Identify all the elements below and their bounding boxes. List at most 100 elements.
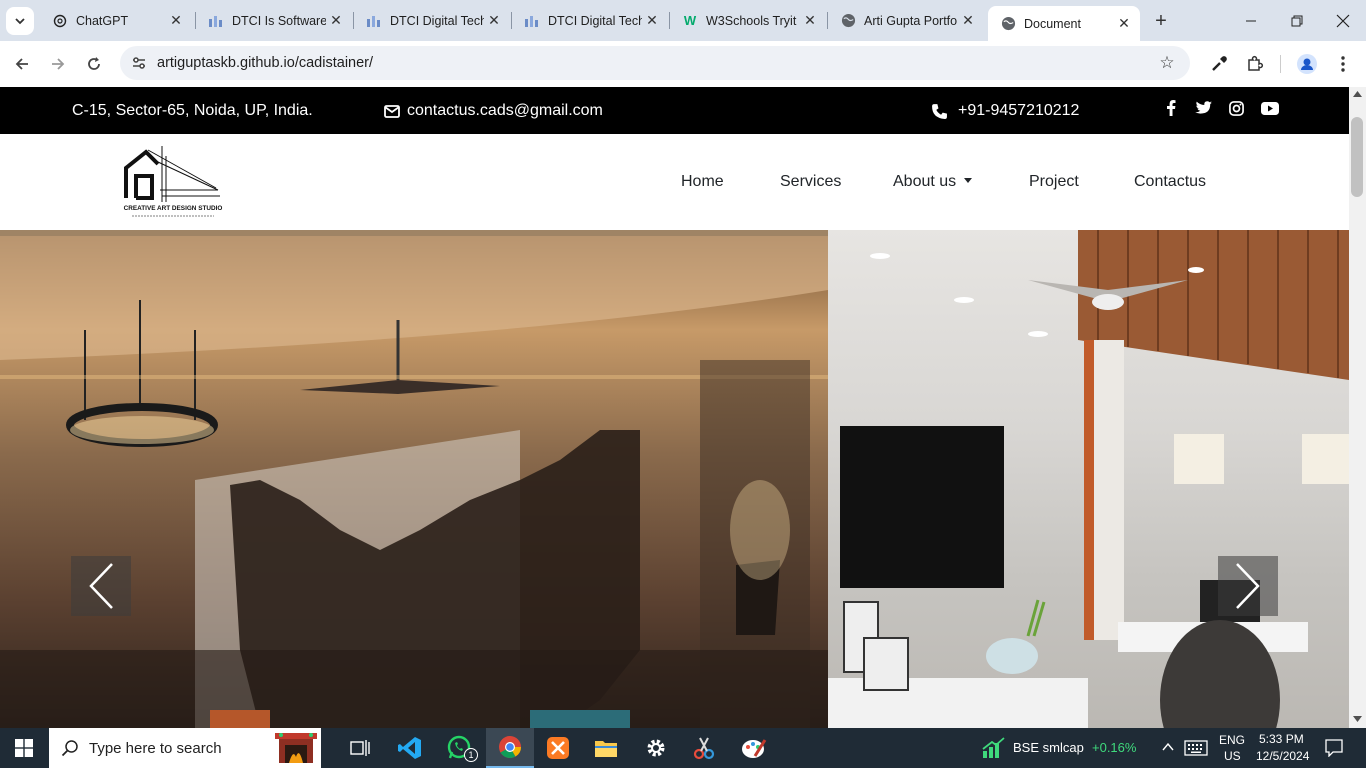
reload-button[interactable] [79, 49, 109, 79]
clock-time[interactable]: 5:33 PM [1259, 732, 1304, 746]
close-window-button[interactable] [1320, 0, 1366, 41]
language-indicator[interactable]: ENG [1219, 733, 1245, 747]
xampp-icon [547, 737, 569, 759]
facebook-icon[interactable] [1160, 97, 1182, 119]
more-vert-icon [1341, 56, 1345, 72]
restore-button[interactable] [1274, 0, 1320, 41]
nav-home[interactable]: Home [681, 173, 724, 191]
tab-dtci-digital-1[interactable]: DTCI Digital Tech ✕ [354, 6, 510, 35]
taskbar-xampp[interactable] [534, 728, 582, 768]
taskbar-settings[interactable] [632, 728, 680, 768]
nav-about-us[interactable]: About us [893, 173, 973, 191]
scroll-thumb[interactable] [1351, 117, 1363, 197]
new-tab-button[interactable]: + [1148, 8, 1174, 34]
tab-title: Document [1024, 16, 1081, 31]
search-placeholder: Type here to search [89, 739, 222, 757]
gear-icon [647, 739, 665, 757]
notification-badge: 1 [464, 748, 478, 762]
taskbar-paint[interactable] [730, 728, 778, 768]
extensions-button[interactable] [1240, 49, 1270, 79]
chrome-icon [499, 736, 521, 758]
stock-name[interactable]: BSE smlcap [1013, 740, 1084, 755]
scroll-up-icon[interactable] [1353, 91, 1362, 97]
taskbar-snipping-tool[interactable] [680, 728, 728, 768]
keyboard-icon[interactable] [1184, 740, 1208, 756]
nav-project[interactable]: Project [1029, 173, 1079, 191]
tab-w3schools[interactable]: W W3Schools Tryit ✕ [670, 6, 826, 35]
close-tab-icon[interactable]: ✕ [800, 11, 820, 31]
notification-center-icon[interactable] [1325, 739, 1343, 757]
site-logo[interactable]: CREATIVE ART DESIGN STUDIO [122, 142, 224, 220]
close-tab-icon[interactable]: ✕ [1114, 14, 1134, 34]
instagram-icon[interactable] [1225, 97, 1247, 119]
task-view-button[interactable] [336, 728, 384, 768]
nav-contactus[interactable]: Contactus [1134, 173, 1206, 191]
avatar-icon [1297, 54, 1317, 74]
address-bar[interactable]: artiguptaskb.github.io/cadistainer/ ☆ [120, 46, 1190, 80]
task-view-icon [350, 740, 370, 756]
tab-chatgpt[interactable]: ChatGPT ✕ [40, 6, 192, 35]
envelope-icon [384, 104, 400, 118]
forward-button[interactable] [43, 49, 73, 79]
close-tab-icon[interactable]: ✕ [484, 11, 504, 31]
main-navbar: CREATIVE ART DESIGN STUDIO Home Services… [0, 134, 1349, 230]
nav-services[interactable]: Services [780, 173, 841, 191]
url-text: artiguptaskb.github.io/cadistainer/ [157, 55, 374, 71]
taskbar-whatsapp[interactable]: 1 [436, 728, 484, 768]
region-indicator: US [1224, 749, 1241, 763]
nav-about-us-label: About us [893, 173, 957, 190]
dtci-icon [524, 13, 540, 29]
twitter-icon[interactable] [1192, 97, 1214, 119]
taskbar-chrome[interactable] [486, 728, 534, 768]
taskbar-search-box[interactable]: Type here to search [49, 728, 321, 768]
site-info-icon[interactable] [128, 52, 150, 74]
profile-button[interactable] [1292, 49, 1322, 79]
tab-search-button[interactable] [6, 7, 34, 35]
caret-down-icon [964, 178, 973, 183]
globe-icon [840, 13, 856, 29]
email-link[interactable]: contactus.cads@gmail.com [384, 102, 603, 120]
reload-icon [88, 57, 100, 70]
email-text: contactus.cads@gmail.com [407, 102, 603, 119]
close-tab-icon[interactable]: ✕ [326, 11, 346, 31]
chevron-up-icon[interactable] [1162, 743, 1174, 751]
clock-date: 12/5/2024 [1256, 749, 1310, 763]
minimize-button[interactable] [1228, 0, 1274, 41]
tab-title: Arti Gupta Portfo [864, 13, 958, 28]
tab-title: DTCI Is Software [232, 13, 326, 28]
stock-chart-icon [982, 737, 1005, 758]
scroll-down-icon[interactable] [1353, 716, 1362, 722]
address-text: C-15, Sector-65, Noida, UP, India. [72, 102, 313, 119]
chevron-down-icon [15, 18, 25, 25]
tab-dtci-software[interactable]: DTCI Is Software ✕ [196, 6, 352, 35]
close-tab-icon[interactable]: ✕ [166, 11, 186, 31]
tab-document[interactable]: Document ✕ [988, 6, 1140, 41]
bookmark-star-icon[interactable]: ☆ [1156, 52, 1178, 74]
menu-button[interactable] [1328, 49, 1358, 79]
close-tab-icon[interactable]: ✕ [642, 11, 662, 31]
tab-arti-gupta[interactable]: Arti Gupta Portfo ✕ [828, 6, 984, 35]
dtci-icon [366, 13, 382, 29]
svg-text:CREATIVE ART DESIGN STUDIO: CREATIVE ART DESIGN STUDIO [124, 205, 223, 212]
restore-icon [1291, 15, 1303, 26]
carousel-next-button[interactable] [1218, 556, 1278, 616]
arrow-left-icon [15, 58, 28, 70]
hero-carousel [0, 230, 1349, 728]
youtube-icon[interactable] [1259, 97, 1281, 119]
eyedropper-icon [1212, 56, 1227, 71]
back-button[interactable] [7, 49, 37, 79]
page-scrollbar[interactable] [1349, 87, 1366, 728]
puzzle-icon [1248, 55, 1264, 71]
w3schools-icon: W [683, 13, 697, 28]
tab-dtci-digital-2[interactable]: DTCI Digital Tech ✕ [512, 6, 668, 35]
start-button[interactable] [0, 728, 48, 768]
contact-topbar: C-15, Sector-65, Noida, UP, India. conta… [0, 87, 1349, 134]
taskbar-file-explorer[interactable] [582, 728, 630, 768]
paint-icon [742, 739, 767, 758]
phone-link[interactable]: +91-9457210212 [931, 102, 1079, 120]
taskbar-vscode[interactable] [386, 728, 434, 768]
carousel-prev-button[interactable] [71, 556, 131, 616]
eyedropper-extension-button[interactable] [1204, 49, 1234, 79]
close-tab-icon[interactable]: ✕ [958, 11, 978, 31]
close-icon [1336, 14, 1350, 27]
